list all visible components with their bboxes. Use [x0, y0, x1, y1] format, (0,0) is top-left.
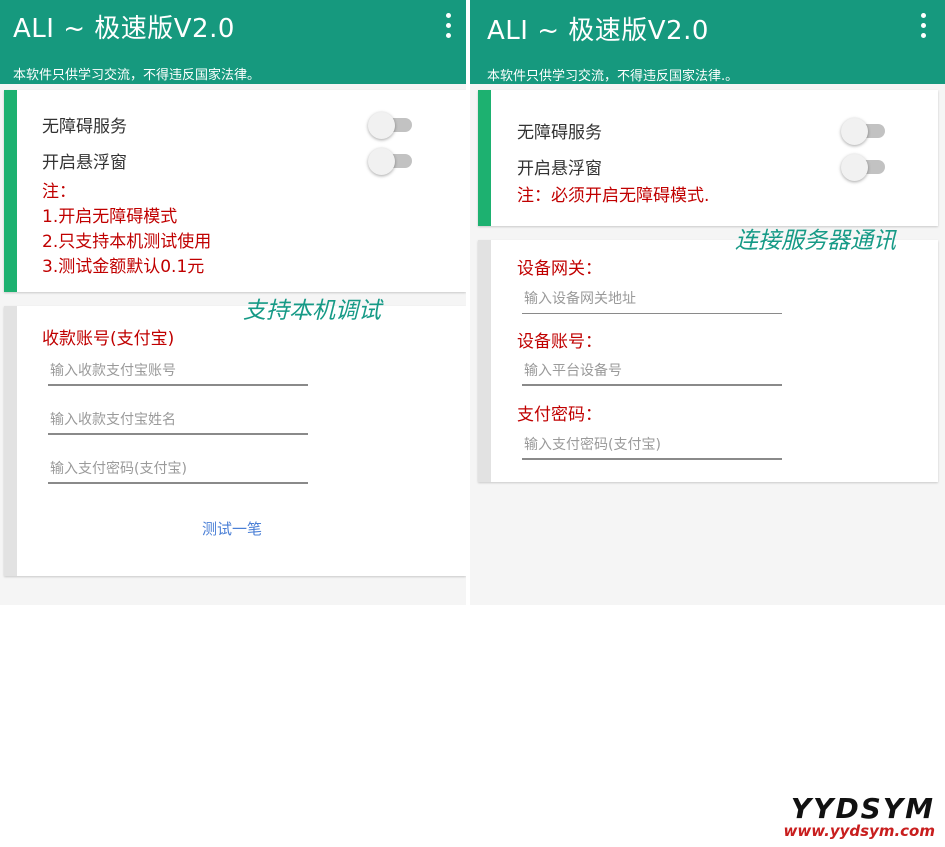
- gateway-label: 设备网关：: [517, 259, 602, 279]
- more-options-icon[interactable]: [438, 10, 458, 40]
- watermark-brand: YYDSYM: [790, 792, 935, 825]
- card-side-stripe: [4, 306, 17, 576]
- settings-card: 无障碍服务 开启悬浮窗 注：必须开启无障碍模式.: [478, 90, 938, 226]
- settings-card: 无障碍服务 开启悬浮窗 注： 1.开启无障碍模式 2.只支持本机测试使用 3.测…: [4, 90, 466, 292]
- payee-account-label: 收款账号(支付宝): [42, 329, 175, 349]
- left-phone-screen: ALI ~ 极速版V2.0 本软件只供学习交流，不得违反国家法律。 无障碍服务 …: [0, 0, 466, 605]
- server-communication-annotation: 连接服务器通讯: [735, 228, 896, 254]
- payment-password-input[interactable]: 输入支付密码(支付宝): [522, 430, 782, 460]
- app-title: ALI ~ 极速版V2.0: [487, 16, 709, 46]
- payment-password-input[interactable]: 输入支付密码(支付宝): [48, 454, 308, 484]
- app-bar: ALI ~ 极速版V2.0 本软件只供学习交流，不得违反国家法律.。: [470, 0, 945, 84]
- alipay-account-input[interactable]: 输入收款支付宝账号: [48, 356, 308, 386]
- accessibility-service-toggle[interactable]: [368, 109, 414, 139]
- payment-password-label: 支付密码：: [517, 405, 602, 425]
- note-text: 注：必须开启无障碍模式.: [517, 186, 710, 206]
- floating-window-toggle[interactable]: [841, 151, 887, 181]
- app-title: ALI ~ 极速版V2.0: [13, 14, 235, 44]
- note-line: 3.测试金额默认0.1元: [42, 257, 205, 277]
- device-account-input[interactable]: 输入平台设备号: [522, 356, 782, 386]
- card-accent-stripe: [4, 90, 17, 292]
- local-debug-annotation: 支持本机调试: [243, 298, 381, 324]
- accessibility-service-label: 无障碍服务: [42, 117, 127, 137]
- more-options-icon[interactable]: [913, 10, 933, 40]
- note-title: 注：: [42, 182, 76, 202]
- right-phone-screen: ALI ~ 极速版V2.0 本软件只供学习交流，不得违反国家法律.。 无障碍服务…: [470, 0, 945, 605]
- note-block: 注： 1.开启无障碍模式 2.只支持本机测试使用 3.测试金额默认0.1元: [42, 180, 211, 280]
- watermark-logo: YYDSYM www.yydsym.com: [755, 792, 935, 840]
- alipay-name-input[interactable]: 输入收款支付宝姓名: [48, 405, 308, 435]
- payee-card: 收款账号(支付宝) 输入收款支付宝账号 输入收款支付宝姓名 输入支付密码(支付宝…: [4, 306, 466, 576]
- app-subtitle: 本软件只供学习交流，不得违反国家法律。: [13, 68, 261, 83]
- watermark-url: www.yydsym.com: [783, 822, 935, 840]
- accessibility-service-toggle[interactable]: [841, 115, 887, 145]
- app-subtitle: 本软件只供学习交流，不得违反国家法律.。: [487, 69, 739, 84]
- gateway-input[interactable]: 输入设备网关地址: [522, 284, 782, 314]
- floating-window-toggle[interactable]: [368, 145, 414, 175]
- floating-window-label: 开启悬浮窗: [517, 159, 602, 179]
- note-line: 2.只支持本机测试使用: [42, 232, 212, 252]
- app-bar: ALI ~ 极速版V2.0 本软件只供学习交流，不得违反国家法律。: [0, 0, 466, 84]
- server-card: 设备网关： 输入设备网关地址 设备账号： 输入平台设备号 支付密码： 输入支付密…: [478, 240, 938, 482]
- card-side-stripe: [478, 240, 491, 482]
- card-accent-stripe: [478, 90, 491, 226]
- device-account-label: 设备账号：: [517, 332, 602, 352]
- test-payment-button[interactable]: 测试一笔: [202, 518, 262, 539]
- note-line: 1.开启无障碍模式: [42, 207, 178, 227]
- accessibility-service-label: 无障碍服务: [517, 123, 602, 143]
- floating-window-label: 开启悬浮窗: [42, 153, 127, 173]
